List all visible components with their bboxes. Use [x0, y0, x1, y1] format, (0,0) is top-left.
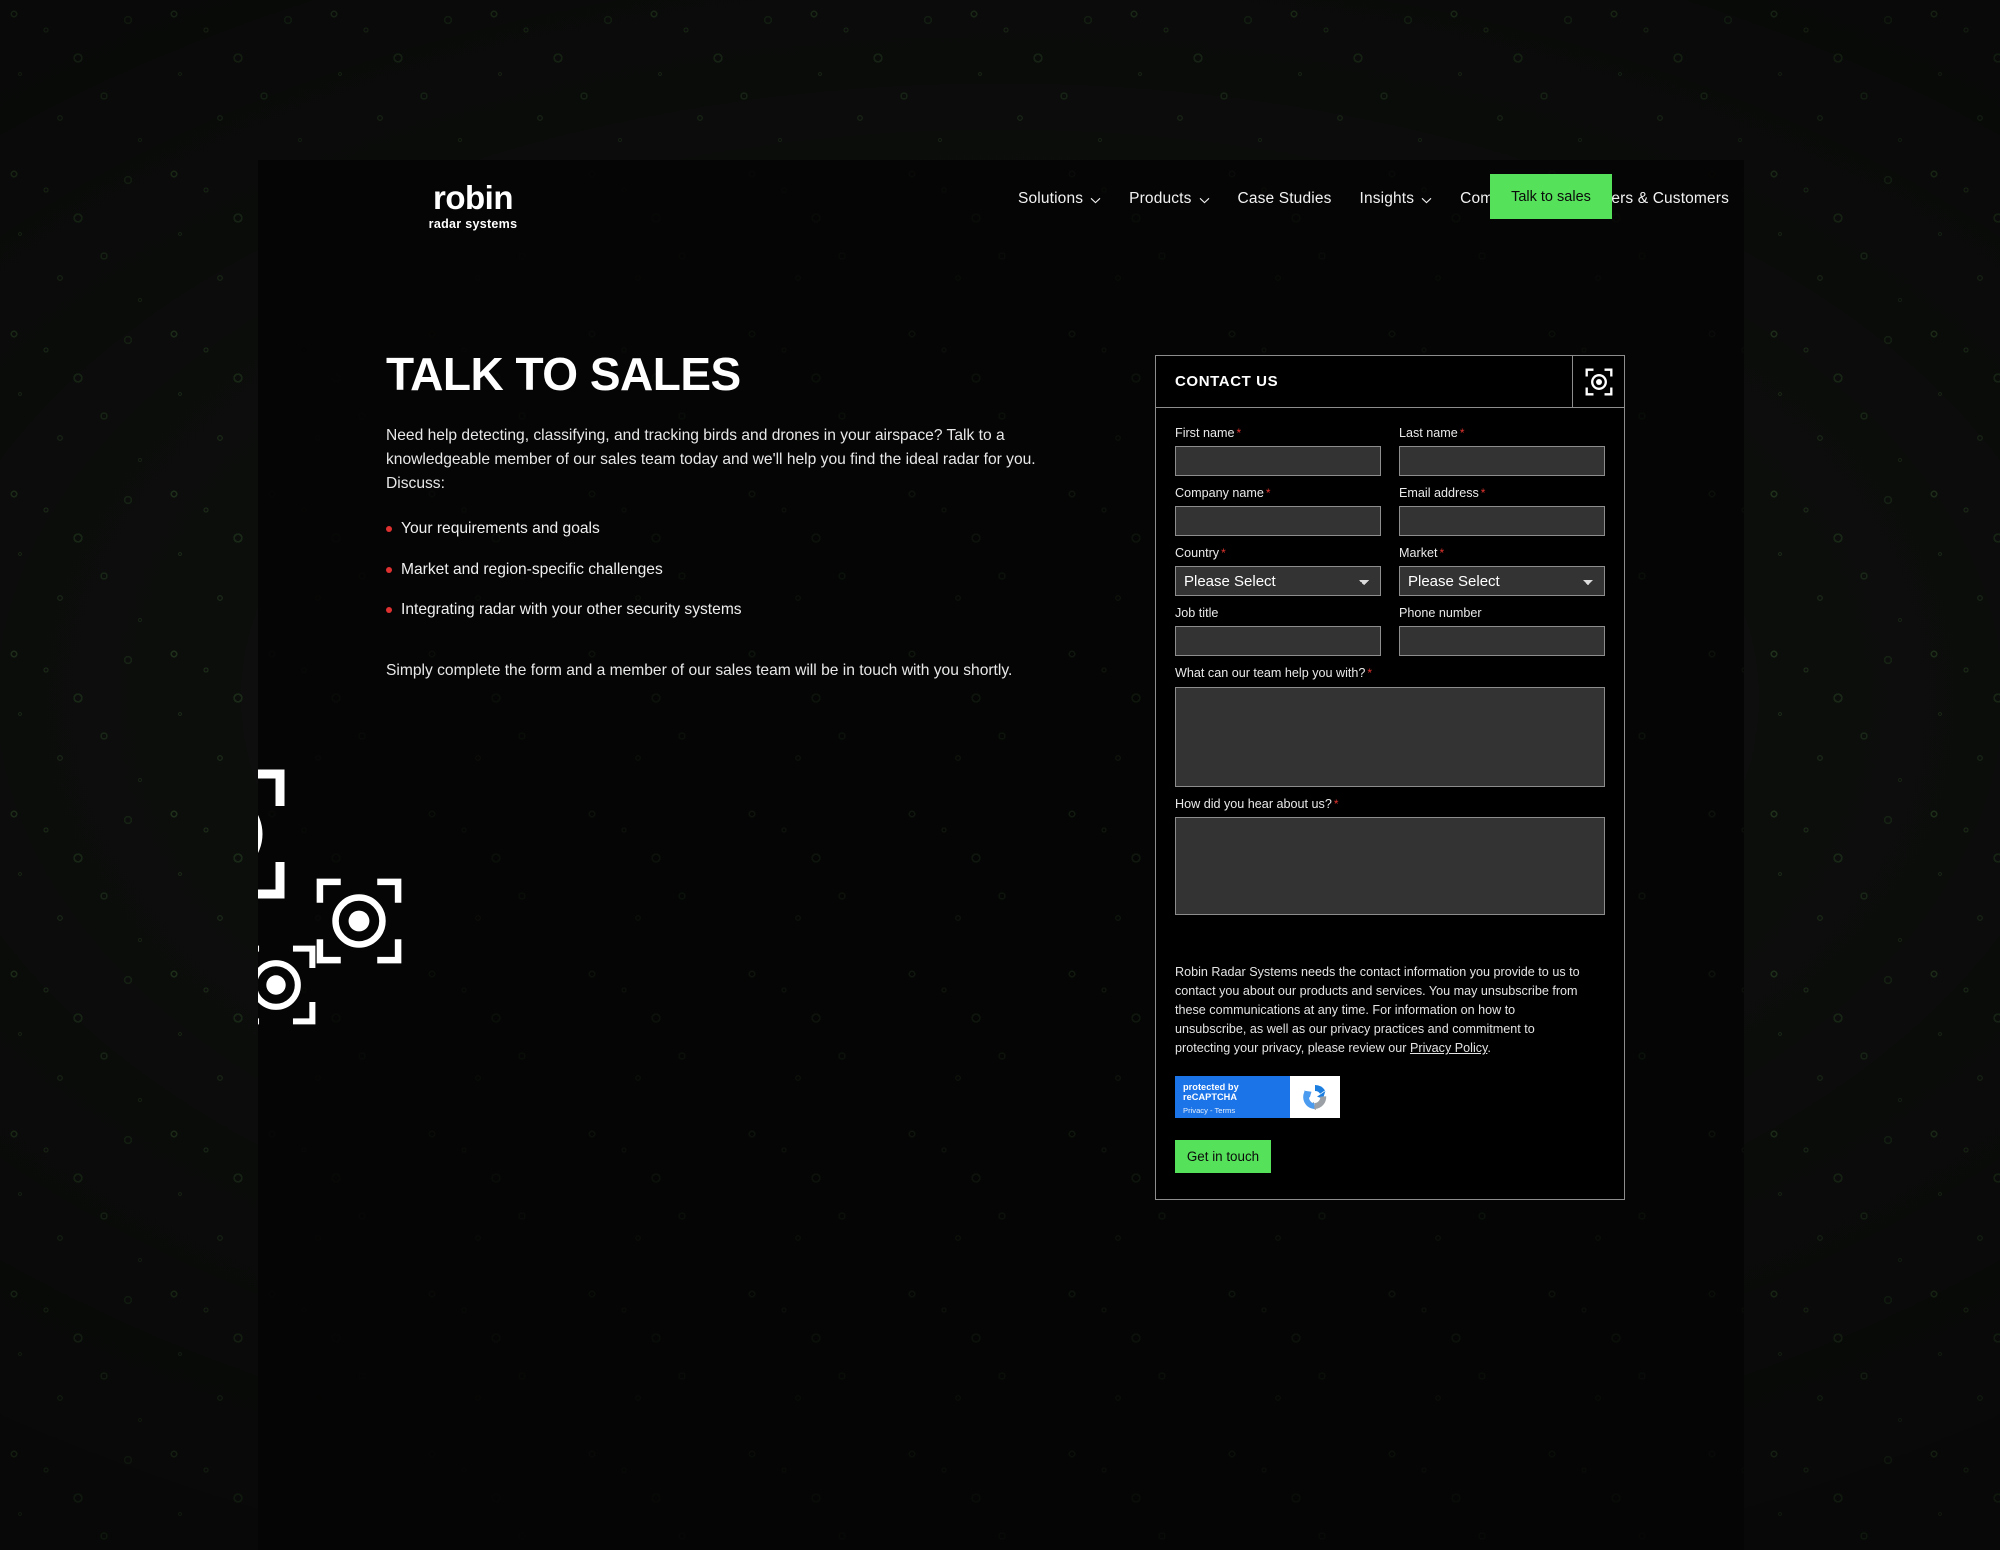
label-text: How did you hear about us? — [1175, 796, 1332, 811]
required-marker: * — [1333, 796, 1339, 811]
nav-item-products[interactable]: Products — [1129, 190, 1209, 208]
hero-section: TALK TO SALES Need help detecting, class… — [386, 350, 1046, 682]
first-name-input[interactable] — [1175, 446, 1381, 477]
label-text: What can our team help you with? — [1175, 666, 1366, 681]
field-hear-about: How did you hear about us? * — [1175, 797, 1605, 915]
phone-number-input[interactable] — [1399, 626, 1605, 657]
form-header: CONTACT US — [1156, 356, 1624, 408]
chevron-down-icon — [1199, 197, 1210, 204]
radar-target-icon — [316, 878, 402, 969]
chevron-down-icon — [1421, 197, 1432, 204]
nav-item-insights[interactable]: Insights — [1360, 190, 1433, 208]
required-marker: * — [1459, 426, 1465, 440]
list-item: Integrating radar with your other securi… — [386, 598, 1046, 621]
label-first-name: First name * — [1175, 426, 1381, 441]
field-email-address: Email address * — [1399, 486, 1605, 537]
nav-label: Solutions — [1018, 190, 1084, 207]
brand-logo[interactable]: robin radar systems — [383, 181, 563, 231]
page-title: TALK TO SALES — [386, 348, 741, 400]
recaptcha-text-area: protected by reCAPTCHA Privacy - Terms — [1175, 1076, 1290, 1119]
radar-target-icon — [258, 945, 316, 1030]
required-marker: * — [1236, 426, 1242, 440]
label-last-name: Last name * — [1399, 426, 1605, 441]
nav-label: Case Studies — [1237, 190, 1332, 207]
page-root: robin radar systems Solutions Products C… — [0, 0, 2000, 1550]
get-in-touch-button[interactable]: Get in touch — [1175, 1140, 1271, 1174]
privacy-text: Robin Radar Systems needs the contact in… — [1175, 964, 1580, 1056]
privacy-disclaimer: Robin Radar Systems needs the contact in… — [1175, 963, 1585, 1059]
field-phone-number: Phone number — [1399, 606, 1605, 657]
field-company-name: Company name * — [1175, 486, 1381, 537]
field-country: Country * Please Select — [1175, 546, 1381, 597]
required-marker: * — [1439, 546, 1445, 561]
label-phone-number: Phone number — [1399, 606, 1482, 621]
label-market: Market * — [1399, 546, 1605, 561]
content-panel: robin radar systems Solutions Products C… — [258, 160, 1744, 1550]
hear-about-textarea[interactable] — [1175, 816, 1605, 915]
form-heading: CONTACT US — [1175, 373, 1279, 390]
site-header: robin radar systems Solutions Products C… — [258, 160, 1744, 252]
field-market: Market * Please Select — [1399, 546, 1605, 597]
label-email-address: Email address * — [1399, 486, 1605, 501]
contact-form-panel: CONTACT US First name * Last name * Comp… — [1155, 355, 1625, 1201]
recaptcha-subtitle: Privacy - Terms — [1183, 1105, 1236, 1115]
label-text: Market — [1399, 546, 1438, 561]
decorative-radar-markers — [258, 768, 568, 1068]
form-body: First name * Last name * Company name * Ema — [1156, 408, 1624, 1199]
logo-wordmark: robin — [433, 179, 513, 216]
label-help-with: What can our team help you with? * — [1175, 666, 1605, 681]
company-name-input[interactable] — [1175, 506, 1381, 537]
form-row-country-market: Country * Please Select Market * Please Se… — [1175, 546, 1605, 597]
label-company-name: Company name * — [1175, 486, 1381, 501]
radar-target-icon — [258, 768, 286, 905]
nav-label: Insights — [1359, 190, 1415, 207]
privacy-policy-link[interactable]: Privacy Policy — [1410, 1041, 1487, 1055]
hero-intro-text: Need help detecting, classifying, and tr… — [386, 427, 1036, 492]
country-select[interactable]: Please Select — [1175, 566, 1381, 597]
label-job-title: Job title — [1175, 606, 1219, 621]
field-help-with: What can our team help you with? * — [1175, 666, 1605, 787]
form-row-job-phone: Job title Phone number — [1175, 606, 1605, 657]
email-address-input[interactable] — [1399, 506, 1605, 537]
required-marker: * — [1480, 486, 1486, 501]
label-text: Country — [1175, 546, 1220, 561]
chevron-down-icon — [1090, 197, 1101, 204]
required-marker: * — [1221, 546, 1226, 561]
nav-item-solutions[interactable]: Solutions — [1018, 190, 1101, 208]
last-name-input[interactable] — [1399, 446, 1605, 477]
main-navigation: Solutions Products Case Studies Insights — [1018, 190, 1729, 208]
hero-outro-text: Simply complete the form and a member of… — [386, 661, 1013, 679]
hero-bullet-list: Your requirements and goals Market and r… — [386, 517, 1046, 621]
required-marker: * — [1265, 486, 1271, 501]
radar-target-icon — [1572, 356, 1624, 407]
form-row-names: First name * Last name * — [1175, 426, 1605, 477]
required-marker: * — [1367, 666, 1373, 681]
list-item: Your requirements and goals — [386, 517, 1046, 540]
nav-item-case-studies[interactable]: Case Studies — [1238, 190, 1332, 208]
list-item: Market and region-specific challenges — [386, 558, 1046, 581]
label-text: First name — [1175, 426, 1235, 440]
field-first-name: First name * — [1175, 426, 1381, 477]
label-text: Email address — [1399, 486, 1479, 501]
field-last-name: Last name * — [1399, 426, 1605, 477]
label-text: Company name — [1175, 486, 1264, 501]
nav-label: Products — [1129, 190, 1192, 207]
help-with-textarea[interactable] — [1175, 686, 1605, 787]
label-text: Last name — [1399, 426, 1458, 440]
recaptcha-logo-icon — [1290, 1076, 1340, 1119]
talk-to-sales-button[interactable]: Talk to sales — [1490, 174, 1612, 219]
recaptcha-title: protected by reCAPTCHA — [1183, 1082, 1239, 1103]
field-job-title: Job title — [1175, 606, 1381, 657]
job-title-input[interactable] — [1175, 626, 1381, 657]
recaptcha-badge[interactable]: protected by reCAPTCHA Privacy - Terms — [1175, 1076, 1340, 1119]
label-hear-about: How did you hear about us? * — [1175, 797, 1605, 812]
market-select[interactable]: Please Select — [1399, 566, 1605, 597]
privacy-period: . — [1487, 1041, 1491, 1056]
logo-tagline: radar systems — [428, 217, 518, 231]
label-country: Country * — [1175, 546, 1381, 561]
form-row-company-email: Company name * Email address * — [1175, 486, 1605, 537]
